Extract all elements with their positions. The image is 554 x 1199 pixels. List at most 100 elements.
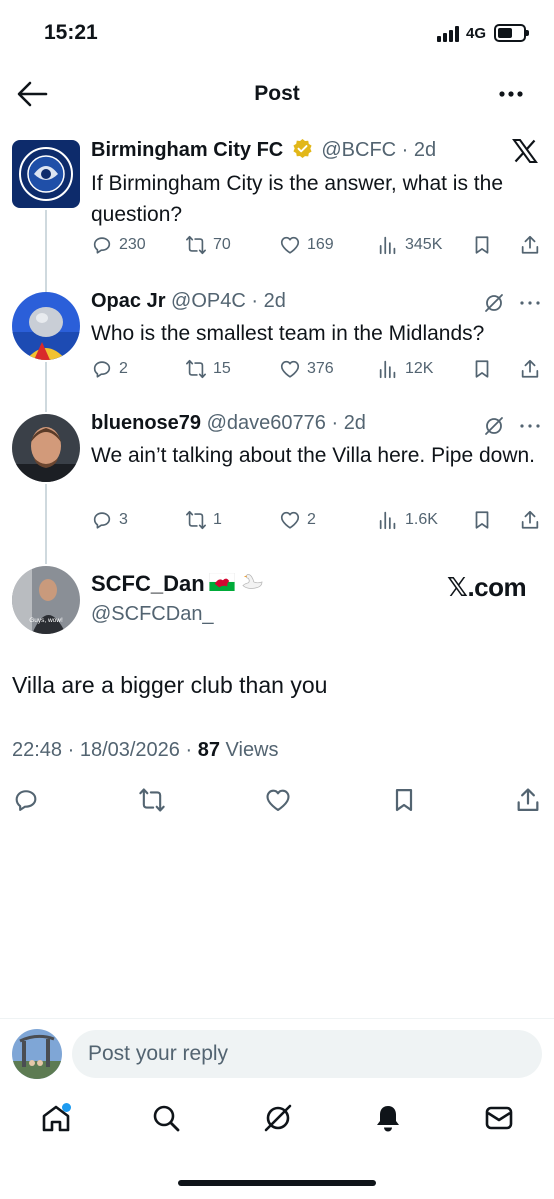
- display-name[interactable]: bluenose79: [91, 412, 201, 434]
- reply-button[interactable]: 230: [91, 232, 146, 258]
- like-icon: [280, 360, 300, 378]
- views-label: Views: [225, 739, 279, 761]
- more-icon[interactable]: [519, 416, 541, 436]
- notification-dot: [62, 1103, 71, 1112]
- repost-icon: [186, 510, 206, 530]
- views-icon: [379, 360, 396, 379]
- share-button[interactable]: [519, 232, 541, 258]
- repost-button[interactable]: 1: [185, 507, 222, 533]
- header: Post: [0, 66, 554, 124]
- avatar[interactable]: Guys, wow!: [12, 566, 80, 634]
- more-icon[interactable]: [519, 293, 541, 313]
- reply-icon[interactable]: [12, 786, 40, 814]
- bookmark-icon: [475, 360, 489, 378]
- grok-icon[interactable]: [483, 292, 505, 314]
- tweet-bluenose[interactable]: bluenose79 @dave60776 · 2d We ain’t talk…: [0, 402, 554, 552]
- verified-badge-icon: [292, 138, 313, 165]
- more-icon[interactable]: [496, 84, 528, 104]
- like-icon[interactable]: [264, 786, 292, 814]
- notifications-icon[interactable]: [372, 1102, 404, 1134]
- tweet-text: If Birmingham City is the answer, what i…: [91, 172, 503, 226]
- reply-icon: [93, 237, 111, 254]
- avatar[interactable]: [12, 414, 80, 482]
- reply-count: 230: [119, 236, 146, 253]
- search-icon[interactable]: [150, 1102, 182, 1134]
- page-title: Post: [254, 82, 300, 105]
- avatar[interactable]: [12, 292, 80, 360]
- tweet-header: bluenose79 @dave60776 · 2d: [91, 412, 366, 435]
- repost-button[interactable]: 15: [185, 356, 231, 382]
- tweet-text: We ain’t talking about the Villa here. P…: [91, 444, 536, 467]
- like-button[interactable]: 2: [279, 507, 316, 533]
- avatar[interactable]: [12, 1029, 62, 1079]
- views-count: 87: [197, 739, 220, 761]
- views-icon: [379, 511, 396, 530]
- bookmark-icon: [475, 236, 489, 254]
- repost-count: 1: [213, 511, 222, 528]
- like-icon: [280, 511, 300, 529]
- grok-icon[interactable]: [262, 1102, 294, 1134]
- x-logo-icon[interactable]: [512, 138, 538, 164]
- main-post-actions: [0, 786, 554, 816]
- tweet-header: Opac Jr @OP4C · 2d: [91, 290, 286, 313]
- reply-icon: [93, 361, 111, 378]
- handle[interactable]: @dave60776: [207, 412, 326, 434]
- share-icon[interactable]: [514, 786, 542, 814]
- tweet-opac[interactable]: Opac Jr @OP4C · 2d Who is the smallest t…: [0, 274, 554, 402]
- handle[interactable]: @BCFC: [321, 139, 396, 161]
- reply-button[interactable]: 2: [91, 356, 128, 382]
- share-icon: [521, 359, 539, 378]
- display-name[interactable]: Birmingham City FC: [91, 139, 283, 161]
- like-button[interactable]: 376: [279, 356, 334, 382]
- avatar-caption: Guys, wow!: [29, 617, 63, 624]
- bookmark-button[interactable]: [471, 507, 493, 533]
- separator: ·: [396, 139, 414, 161]
- like-count: 169: [307, 236, 334, 253]
- tweet-actions: 230 70 169 345K: [91, 232, 541, 258]
- timestamp[interactable]: 2d: [414, 139, 436, 161]
- main-post-text: Villa are a bigger club than you: [12, 672, 328, 698]
- reply-button[interactable]: 3: [91, 507, 128, 533]
- repost-button[interactable]: 70: [185, 232, 231, 258]
- timestamp[interactable]: 2d: [264, 290, 286, 312]
- status-time: 15:21: [44, 21, 98, 44]
- swan-icon: [239, 571, 265, 597]
- repost-icon[interactable]: [138, 786, 166, 814]
- tweet-actions: 2 15 376 12K: [91, 356, 541, 382]
- repost-icon: [186, 235, 206, 255]
- views-button[interactable]: 12K: [377, 356, 433, 382]
- reply-count: 2: [119, 360, 128, 377]
- tweet-text: Who is the smallest team in the Midlands…: [91, 322, 485, 345]
- like-button[interactable]: 169: [279, 232, 334, 258]
- timestamp[interactable]: 2d: [344, 412, 366, 434]
- grok-icon[interactable]: [483, 415, 505, 437]
- reply-bar: Post your reply: [0, 1018, 554, 1090]
- repost-count: 70: [213, 236, 231, 253]
- messages-icon[interactable]: [483, 1102, 515, 1134]
- handle[interactable]: @SCFCDan_: [91, 603, 214, 626]
- bookmark-icon: [475, 511, 489, 529]
- reply-input[interactable]: Post your reply: [72, 1030, 542, 1078]
- post-meta: 22:48 · 18/03/2026 · 87 Views: [12, 739, 279, 762]
- battery-icon: [494, 24, 529, 42]
- separator: ·: [325, 412, 344, 434]
- bookmark-button[interactable]: [471, 232, 493, 258]
- display-name[interactable]: SCFC_Dan: [91, 571, 205, 597]
- bookmark-icon[interactable]: [390, 786, 418, 814]
- views-count: 345K: [405, 236, 443, 253]
- main-post-header: SCFC_Dan: [91, 571, 265, 597]
- share-button[interactable]: [519, 507, 541, 533]
- post-timestamp[interactable]: 22:48 · 18/03/2026 ·: [12, 739, 192, 761]
- handle[interactable]: @OP4C: [171, 290, 246, 312]
- display-name[interactable]: Opac Jr: [91, 290, 165, 312]
- like-count: 376: [307, 360, 334, 377]
- wales-flag-icon: [208, 571, 235, 597]
- tweet-actions: 3 1 2 1.6K: [91, 507, 541, 533]
- repost-icon: [186, 359, 206, 379]
- views-button[interactable]: 345K: [377, 232, 442, 258]
- share-button[interactable]: [519, 356, 541, 382]
- tweet-birmingham[interactable]: Birmingham City FC @BCFC · 2d If Birming…: [0, 124, 554, 274]
- bookmark-button[interactable]: [471, 356, 493, 382]
- views-button[interactable]: 1.6K: [377, 507, 438, 533]
- avatar[interactable]: [12, 140, 80, 208]
